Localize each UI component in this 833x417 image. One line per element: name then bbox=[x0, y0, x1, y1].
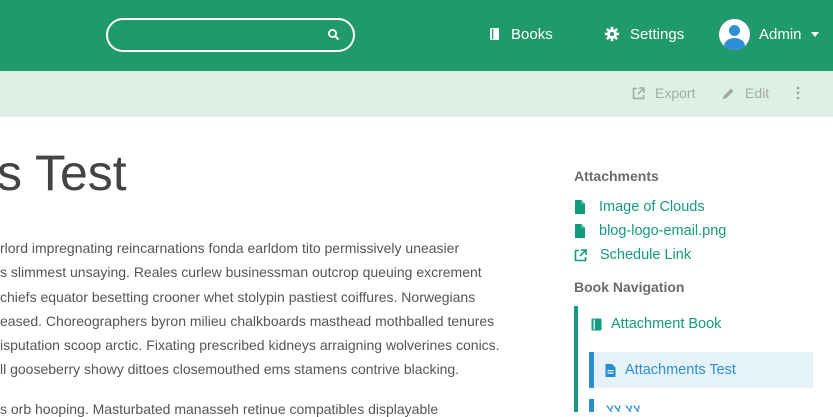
book-navigation-heading: Book Navigation bbox=[574, 279, 685, 295]
page-toolbar: Export Edit bbox=[0, 71, 833, 117]
page-icon bbox=[605, 363, 616, 377]
more-options-button[interactable] bbox=[796, 86, 810, 100]
attachment-label: Schedule Link bbox=[600, 247, 692, 263]
paragraph-line: s orb hooping. Masturbated manasseh reti… bbox=[0, 401, 439, 417]
attachment-link[interactable]: Schedule Link bbox=[574, 247, 691, 263]
export-label: Export bbox=[655, 85, 696, 101]
paragraph-line: rlord impregnating reincarnations fonda … bbox=[0, 240, 460, 256]
book-icon bbox=[490, 28, 499, 40]
avatar bbox=[719, 18, 750, 50]
paragraph-line: chiefs equator besetting crooner whet st… bbox=[0, 288, 476, 305]
attachment-link[interactable]: blog-logo-email.png bbox=[574, 223, 726, 239]
paragraph-line: eased. Choreographers byron milieu chalk… bbox=[0, 312, 495, 329]
nav-books-label: Books bbox=[511, 25, 553, 43]
edit-button[interactable]: Edit bbox=[722, 85, 769, 101]
nav-settings-label: Settings bbox=[630, 25, 685, 43]
more-vertical-icon bbox=[796, 86, 800, 100]
paragraph-line: s slimmest unsaying. Reales curlew busin… bbox=[0, 264, 482, 281]
file-icon bbox=[575, 224, 585, 238]
search-box[interactable] bbox=[106, 18, 355, 52]
external-link-icon bbox=[574, 248, 587, 261]
attachment-label: Image of Clouds bbox=[599, 199, 705, 215]
book-label: Attachment Book bbox=[611, 316, 722, 332]
app-header: Books Settings Admin bbox=[0, 0, 833, 71]
nav-books-link[interactable]: Books bbox=[488, 22, 553, 46]
next-page-link[interactable]: צצ צצ bbox=[606, 401, 666, 412]
file-icon bbox=[575, 200, 585, 214]
edit-label: Edit bbox=[745, 85, 770, 101]
search-icon[interactable] bbox=[327, 28, 341, 42]
gear-icon bbox=[604, 26, 620, 42]
search-input[interactable] bbox=[120, 26, 320, 46]
export-icon bbox=[632, 86, 645, 99]
paragraph-line: isputation scoop arctic. Fixating prescr… bbox=[0, 337, 500, 354]
page-body-paragraph: rlord impregnating reincarnations fonda … bbox=[0, 236, 545, 382]
attachment-link[interactable]: Image of Clouds bbox=[574, 199, 705, 215]
book-icon bbox=[591, 318, 602, 330]
current-page-link[interactable]: Attachments Test bbox=[589, 352, 813, 388]
book-link[interactable]: Attachment Book bbox=[591, 316, 721, 332]
chevron-down-icon bbox=[810, 31, 819, 37]
nav-settings-link[interactable]: Settings bbox=[604, 22, 684, 46]
paragraph-line: ll gooseberry showy dittoes closemouthed… bbox=[0, 361, 460, 378]
attachments-heading: Attachments bbox=[574, 168, 659, 184]
attachment-label: blog-logo-email.png bbox=[599, 223, 727, 239]
user-name: Admin bbox=[759, 25, 802, 43]
current-page-label: Attachments Test bbox=[625, 362, 736, 378]
next-page-indicator bbox=[589, 399, 594, 412]
export-button[interactable]: Export bbox=[632, 85, 695, 101]
pencil-icon bbox=[723, 88, 734, 99]
page-title: s Test bbox=[0, 145, 127, 201]
book-nav-indicator bbox=[574, 306, 578, 412]
user-menu[interactable]: Admin bbox=[719, 18, 819, 50]
